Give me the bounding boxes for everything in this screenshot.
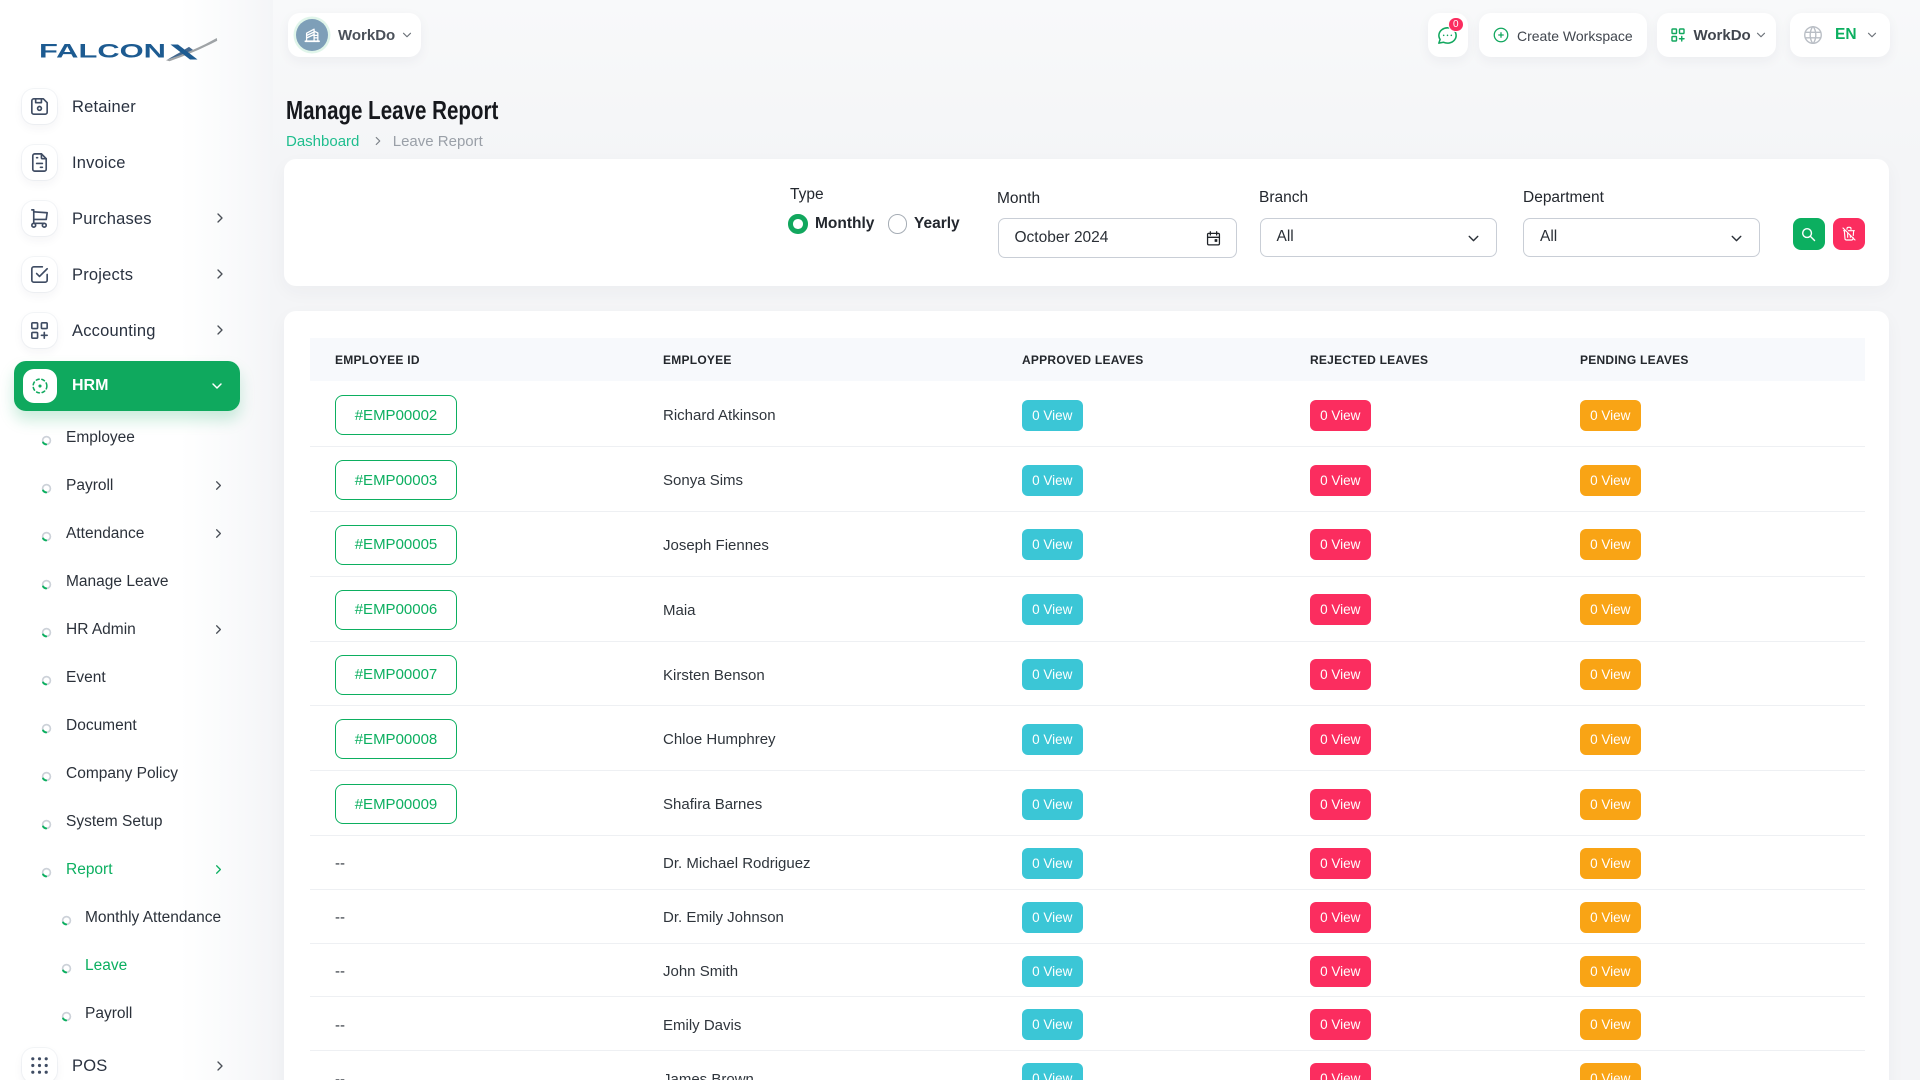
svg-text:FALCON: FALCON — [39, 41, 166, 63]
